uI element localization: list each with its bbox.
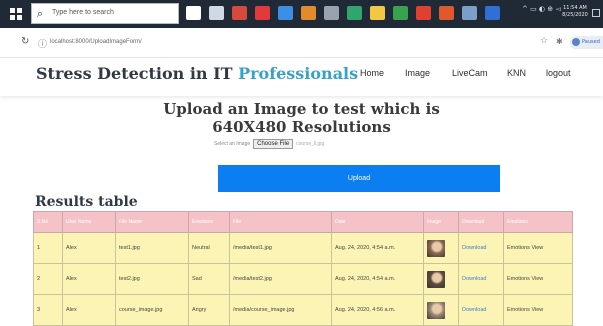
- upload-title: Upload an Image to test which is 640X480…: [130, 100, 473, 136]
- emotions-view-link[interactable]: Emotions View: [503, 232, 573, 264]
- cell-date: Aug. 24, 2020, 4:54 a.m.: [331, 232, 424, 264]
- cell-image: [423, 263, 459, 295]
- nav-logout[interactable]: logout: [546, 68, 571, 78]
- cell-user: Alex: [62, 294, 116, 326]
- col-header-sno: S.No: [33, 211, 63, 233]
- reload-icon[interactable]: ↻: [21, 36, 29, 47]
- emotions-view-link[interactable]: Emotions View: [503, 263, 573, 295]
- cell-date: Aug. 24, 2020, 4:54 a.m.: [331, 263, 424, 295]
- cell-emotion: Angry: [188, 294, 230, 326]
- selected-file-name: course_ll.jpg: [296, 141, 325, 147]
- col-header-user-name: User Name: [62, 211, 116, 233]
- search-icon: ⌕: [37, 7, 44, 20]
- app-icon-12[interactable]: [485, 6, 500, 20]
- app-icon-8[interactable]: [393, 6, 408, 20]
- extension-icon[interactable]: ✱: [556, 37, 563, 46]
- taskbar-search-placeholder: Type here to search: [52, 9, 114, 16]
- col-header-file: File: [229, 211, 332, 233]
- cell-date: Aug. 24, 2020, 4:56 a.m.: [331, 294, 424, 326]
- cell-sno: 1: [33, 232, 63, 264]
- windows-taskbar: ⌕ Type here to search ^ ▭ ◐ ⊕ ◅ 11:54 AM…: [0, 0, 603, 28]
- system-tray-icons[interactable]: ^ ▭ ◐ ⊕ ◅: [522, 5, 561, 13]
- col-header-download: Download: [458, 211, 504, 233]
- cell-file-name: test2.jpg: [115, 263, 189, 295]
- face-thumbnail-1: [427, 239, 445, 257]
- taskbar-pinned-apps: [186, 6, 500, 22]
- app-icon-10[interactable]: [439, 6, 454, 20]
- cell-file-name: test1.jpg: [115, 232, 189, 264]
- upload-title-line1: Upload an Image to test which is: [163, 100, 440, 118]
- app-icon-5[interactable]: [324, 6, 339, 20]
- file-input-row: Select an Image Choose File course_ll.jp…: [214, 138, 324, 150]
- app-icon-7[interactable]: [370, 6, 385, 20]
- cell-emotion: Neutral: [188, 232, 230, 264]
- table-row: 3 Alex course_image.jpg Angry /media/cou…: [33, 294, 573, 326]
- cell-image: [423, 294, 459, 326]
- nav-livecam[interactable]: LiveCam: [452, 68, 488, 78]
- table-row: 2 Alex test2.jpg Sad /media/test2.jpg Au…: [33, 263, 573, 295]
- table-row: 1 Alex test1.jpg Neutral /media/test1.jp…: [33, 232, 573, 264]
- download-link[interactable]: Download: [458, 263, 504, 295]
- cell-file-path: /media/test1.jpg: [229, 232, 332, 264]
- site-brand[interactable]: Stress Detection in IT Professionals: [36, 64, 358, 83]
- profile-avatar-icon: [572, 38, 580, 46]
- download-link[interactable]: Download: [458, 232, 504, 264]
- col-header-file-name: File Name: [115, 211, 189, 233]
- col-header-image: Image: [423, 211, 459, 233]
- clock-date: 8/25/2020: [562, 12, 588, 18]
- results-heading: Results table: [35, 194, 138, 210]
- face-thumbnail-2: [427, 270, 445, 288]
- table-header-row: S.No User Name File Name Emotions File D…: [33, 211, 573, 233]
- col-header-emotions-view: Emotions: [503, 211, 573, 233]
- emotions-view-link[interactable]: Emotions View: [503, 294, 573, 326]
- url-field[interactable]: localhost:8000/UploadImageForm/: [50, 39, 142, 45]
- taskbar-search-box[interactable]: ⌕ Type here to search: [31, 3, 179, 24]
- taskbar-clock[interactable]: 11:54 AM 8/25/2020: [562, 5, 588, 19]
- app-icon-11[interactable]: [462, 6, 477, 20]
- nav-home[interactable]: Home: [360, 68, 384, 78]
- col-header-emotions: Emotions: [188, 211, 230, 233]
- nav-image[interactable]: Image: [405, 68, 430, 78]
- upload-button[interactable]: Upload: [218, 165, 500, 192]
- app-icon-4[interactable]: [301, 6, 316, 20]
- nav-knn[interactable]: KNN: [507, 68, 526, 78]
- app-icon-2[interactable]: [255, 6, 270, 20]
- app-icon-9[interactable]: [416, 6, 431, 20]
- browser-address-bar: ↻ ⓘ localhost:8000/UploadImageForm/ ☆ ✱ …: [0, 28, 603, 58]
- cell-emotion: Sad: [188, 263, 230, 295]
- app-icon-3[interactable]: [278, 6, 293, 20]
- site-header: Stress Detection in IT Professionals Hom…: [0, 58, 603, 96]
- select-image-label: Select an Image: [214, 141, 251, 147]
- app-icon-1[interactable]: [232, 6, 247, 20]
- cell-file-path: /media/course_image.jpg: [229, 294, 332, 326]
- profile-label: Paused: [582, 39, 600, 45]
- cortana-icon[interactable]: [186, 6, 201, 20]
- cell-file-name: course_image.jpg: [115, 294, 189, 326]
- bookmark-star-icon[interactable]: ☆: [540, 36, 548, 46]
- cell-user: Alex: [62, 263, 116, 295]
- task-view-icon[interactable]: [209, 6, 224, 20]
- cell-sno: 3: [33, 294, 63, 326]
- cell-user: Alex: [62, 232, 116, 264]
- cell-sno: 2: [33, 263, 63, 295]
- notifications-icon[interactable]: [592, 9, 600, 17]
- brand-text: Stress Detection in IT: [36, 64, 239, 83]
- cell-image: [423, 232, 459, 264]
- app-icon-6[interactable]: [347, 6, 362, 20]
- choose-file-button[interactable]: Choose File: [253, 139, 294, 149]
- col-header-date: Date: [331, 211, 424, 233]
- download-link[interactable]: Download: [458, 294, 504, 326]
- clock-time: 11:54 AM: [563, 5, 587, 11]
- windows-start-icon[interactable]: [10, 8, 22, 20]
- brand-accent-text: Professionals: [238, 64, 359, 83]
- cell-file-path: /media/test2.jpg: [229, 263, 332, 295]
- profile-button[interactable]: Paused: [570, 36, 603, 49]
- site-info-icon[interactable]: ⓘ: [38, 37, 47, 50]
- upload-title-line2: 640X480 Resolutions: [212, 118, 391, 136]
- results-table: S.No User Name File Name Emotions File D…: [33, 211, 573, 326]
- face-thumbnail-3: [427, 301, 445, 319]
